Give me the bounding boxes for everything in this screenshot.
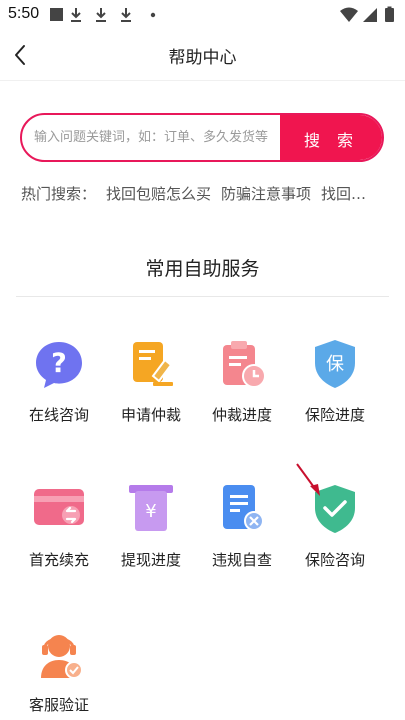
service-insurance-progress[interactable]: 保 保险进度: [290, 336, 380, 425]
section-title: 常用自助服务: [145, 258, 260, 280]
arrow-pointer-icon: [296, 463, 320, 496]
service-label: 首充续充: [28, 551, 89, 569]
hot-search-item[interactable]: 防骗注意事项: [221, 185, 311, 203]
svg-text:¥: ¥: [145, 501, 156, 522]
status-bar: 5:50: [0, 0, 405, 30]
service-arbitration-progress[interactable]: 仲裁进度: [197, 336, 287, 425]
service-online-consult[interactable]: ? 在线咨询: [14, 336, 104, 425]
service-agent-verify[interactable]: 客服验证: [14, 626, 104, 715]
recharge-card-icon: [34, 489, 84, 525]
violation-check-icon: [223, 485, 264, 531]
service-label: 客服验证: [28, 696, 89, 714]
service-withdraw-progress[interactable]: ¥ 提现进度: [106, 481, 196, 570]
page-title: 帮助中心: [168, 48, 237, 68]
service-label: 提现进度: [120, 551, 181, 569]
chat-question-icon: ?: [36, 342, 82, 388]
agent-verify-icon: [41, 635, 83, 679]
service-label: 仲裁进度: [211, 406, 272, 424]
insurance-shield-icon: 保: [315, 340, 355, 388]
search-box: 搜 索: [20, 113, 384, 162]
service-label: 保险咨询: [304, 551, 365, 569]
status-time: 5:50: [8, 5, 40, 22]
arbitration-doc-icon: [133, 342, 173, 386]
service-label: 保险进度: [304, 406, 365, 424]
clipboard-clock-icon: [223, 341, 266, 388]
nav-bar: 帮助中心: [0, 30, 405, 80]
service-violation-check[interactable]: 违规自查: [197, 481, 287, 570]
system-status-icons: [340, 6, 394, 22]
hot-search-item[interactable]: 找回包赔怎么买: [106, 185, 211, 203]
svg-text:?: ?: [51, 348, 67, 379]
hot-search-item[interactable]: 找回…: [321, 185, 366, 203]
service-label: 申请仲裁: [120, 406, 181, 424]
hot-search-label: 热门搜索：: [21, 185, 97, 203]
search-input[interactable]: [34, 115, 284, 160]
service-apply-arbitration[interactable]: 申请仲裁: [106, 336, 196, 425]
section-divider: [16, 296, 389, 297]
service-first-recharge[interactable]: 首充续充: [14, 481, 104, 570]
notification-icons: [50, 8, 156, 22]
nav-divider: [0, 80, 405, 81]
service-label: 在线咨询: [28, 406, 89, 424]
hot-search: 热门搜索： 找回包赔怎么买 防骗注意事项 找回…: [21, 183, 391, 204]
withdraw-icon: ¥: [129, 485, 173, 531]
search-button[interactable]: 搜 索: [280, 115, 382, 160]
service-label: 违规自查: [211, 551, 272, 569]
svg-text:保: 保: [326, 354, 344, 375]
